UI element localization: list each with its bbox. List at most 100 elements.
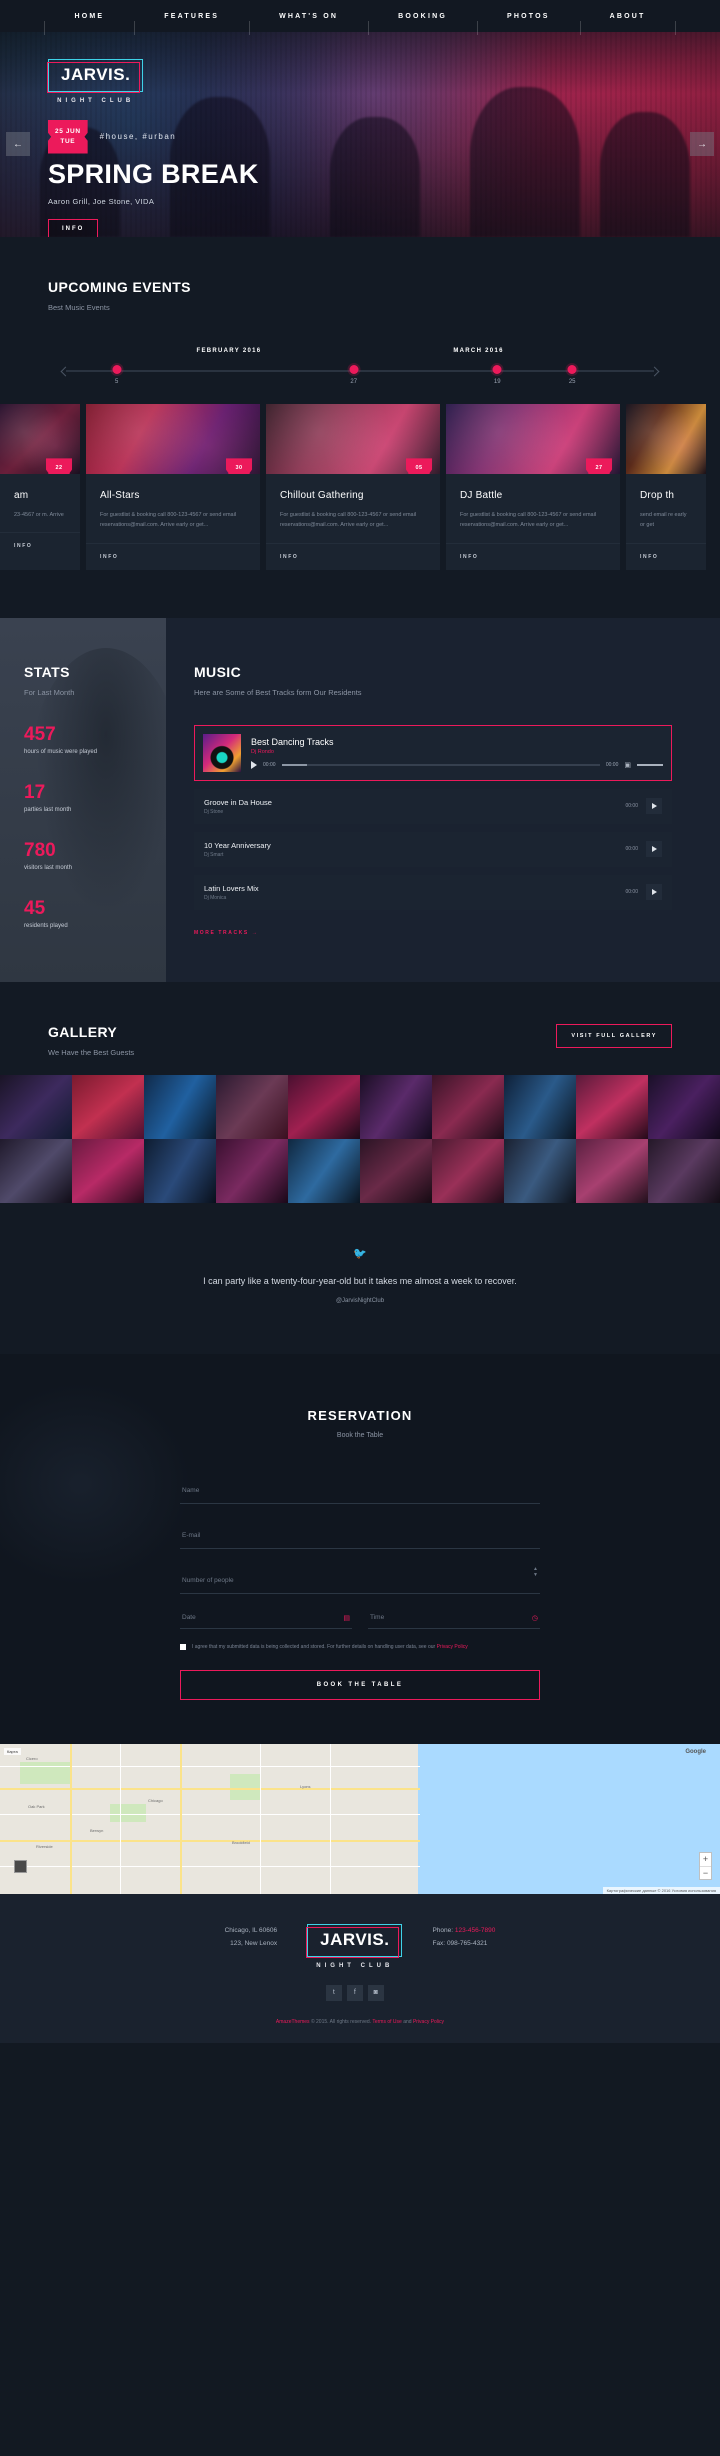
book-the-table-button[interactable]: BOOK THE TABLE xyxy=(180,1669,540,1700)
more-tracks-link[interactable]: MORE TRACKS → xyxy=(194,930,672,936)
facebook-icon[interactable]: f xyxy=(346,1984,363,2001)
nav-item-booking[interactable]: BOOKING xyxy=(368,13,477,35)
nav-item-photos[interactable]: PHOTOS xyxy=(477,13,580,35)
date-input[interactable] xyxy=(182,1614,344,1622)
gallery-image[interactable] xyxy=(72,1138,144,1203)
gallery-image[interactable] xyxy=(288,1074,360,1139)
email-input[interactable] xyxy=(182,1531,538,1539)
gallery-image[interactable] xyxy=(576,1074,648,1139)
event-title: am xyxy=(14,490,29,501)
map-road xyxy=(0,1839,420,1842)
clock-icon[interactable]: ◷ xyxy=(532,1614,538,1622)
calendar-icon[interactable]: ▤ xyxy=(343,1614,350,1622)
gallery-image[interactable] xyxy=(216,1074,288,1139)
quote-text: I can party like a twenty-four-year-old … xyxy=(203,1275,517,1286)
timeline-dot-3[interactable] xyxy=(492,365,502,374)
track-row[interactable]: Latin Lovers Mix Dj Monica 00:00 xyxy=(194,874,672,910)
map-marker[interactable] xyxy=(14,1859,27,1873)
map-zoom-controls[interactable]: + − xyxy=(699,1851,712,1880)
timeline-dot-2[interactable] xyxy=(349,365,359,374)
track-duration: 00:00 xyxy=(625,846,638,853)
nav-item-about[interactable]: ABOUT xyxy=(579,13,676,35)
event-cards-carousel[interactable]: 22 JAN am 23-4567 or m. Arrive INFO 30 J… xyxy=(0,404,720,570)
gallery-image[interactable] xyxy=(360,1138,432,1203)
phone-number[interactable]: 123-456-7890 xyxy=(455,1927,495,1934)
location-map[interactable]: Cicero Chicago Berwyn Oak Park Riverside… xyxy=(0,1743,720,1894)
gallery-image[interactable] xyxy=(0,1074,72,1139)
hero-tags: #house, #urban xyxy=(99,132,177,142)
track-play-button[interactable] xyxy=(646,841,662,858)
quote-handle[interactable]: @JarvisNightClub xyxy=(48,1298,672,1304)
track-play-button[interactable] xyxy=(646,884,662,901)
gallery-image[interactable] xyxy=(576,1138,648,1203)
time-input[interactable] xyxy=(370,1614,532,1622)
nav-item-features[interactable]: FEATURES xyxy=(134,13,249,35)
site-logo[interactable]: JARVIS. NIGHT CLUB xyxy=(46,59,144,104)
agreement-checkbox[interactable] xyxy=(180,1643,186,1650)
track-play-button[interactable] xyxy=(646,798,662,815)
event-card[interactable]: 30 JAN All-Stars For guestlist & booking… xyxy=(86,404,260,570)
gallery-image[interactable] xyxy=(648,1138,720,1203)
event-card[interactable]: Drop th send email re early or get INFO xyxy=(626,404,706,570)
progress-bar[interactable] xyxy=(281,763,600,766)
terms-of-use-link[interactable]: Terms of Use xyxy=(372,2019,401,2025)
gallery-image[interactable] xyxy=(432,1074,504,1139)
people-input[interactable] xyxy=(182,1576,538,1584)
event-card[interactable]: 05 FEB Chillout Gathering For guestlist … xyxy=(266,404,440,570)
hero-next-arrow[interactable]: → xyxy=(690,132,714,156)
name-input[interactable] xyxy=(182,1486,538,1494)
twitter-icon[interactable]: t xyxy=(325,1984,342,2001)
gallery-image[interactable] xyxy=(144,1074,216,1139)
event-info-button[interactable]: INFO xyxy=(640,554,692,560)
privacy-policy-footer-link[interactable]: Privacy Policy xyxy=(413,2019,444,2025)
gallery-image[interactable] xyxy=(144,1138,216,1203)
nav-item-home[interactable]: HOME xyxy=(44,13,134,35)
hero-prev-arrow[interactable]: ← xyxy=(6,132,30,156)
gallery-image[interactable] xyxy=(648,1074,720,1139)
instagram-icon[interactable]: ◙ xyxy=(367,1984,384,2001)
event-info-button[interactable]: INFO xyxy=(14,543,66,549)
events-timeline[interactable]: FEBRUARY 2016 MARCH 2016 5 27 19 25 xyxy=(48,348,672,394)
gallery-image[interactable] xyxy=(288,1138,360,1203)
gallery-image[interactable] xyxy=(72,1074,144,1139)
event-info-button[interactable]: INFO xyxy=(460,554,606,560)
zoom-out-button[interactable]: − xyxy=(700,1865,711,1879)
zoom-in-button[interactable]: + xyxy=(700,1853,711,1866)
events-title: UPCOMING EVENTS xyxy=(48,279,191,295)
event-description: For guestlist & booking call 800-123-456… xyxy=(460,512,597,529)
address-line-1: Chicago, IL 60606 xyxy=(224,1926,278,1934)
play-icon[interactable] xyxy=(251,760,257,769)
privacy-policy-link[interactable]: Privacy Policy xyxy=(437,1644,468,1650)
visit-full-gallery-button[interactable]: VISIT FULL GALLERY xyxy=(556,1023,672,1048)
hero-info-button[interactable]: INFO xyxy=(48,218,99,237)
nav-item-whats-on[interactable]: WHAT'S ON xyxy=(249,13,368,35)
event-image: 30 JAN xyxy=(86,404,260,474)
gallery-image[interactable] xyxy=(216,1138,288,1203)
volume-slider[interactable] xyxy=(637,763,663,766)
timeline-dot-1[interactable] xyxy=(112,365,122,374)
footer-logo[interactable]: JARVIS. NIGHT CLUB t f ◙ xyxy=(306,1923,403,2001)
timeline-dot-4[interactable] xyxy=(567,365,577,374)
gallery-image[interactable] xyxy=(504,1074,576,1139)
fax-label: Fax: xyxy=(432,1939,446,1947)
track-row[interactable]: 10 Year Anniversary Dj Smart 00:00 xyxy=(194,831,672,867)
event-info-button[interactable]: INFO xyxy=(100,554,246,560)
event-info-button[interactable]: INFO xyxy=(280,554,426,560)
event-date-badge: 30 JAN xyxy=(226,458,252,474)
footer-contact: Phone: 123-456-7890 Fax: 098-765-4321 xyxy=(432,1924,495,1950)
map-road xyxy=(0,1865,420,1867)
event-card[interactable]: 27 FEB DJ Battle For guestlist & booking… xyxy=(446,404,620,570)
amazethemes-link[interactable]: AmazeThemes xyxy=(276,2019,310,2025)
event-card[interactable]: 22 JAN am 23-4567 or m. Arrive INFO xyxy=(0,404,80,570)
map-road xyxy=(0,1787,420,1790)
event-footer: INFO xyxy=(0,532,80,559)
gallery-image[interactable] xyxy=(504,1138,576,1203)
gallery-image[interactable] xyxy=(360,1074,432,1139)
gallery-image[interactable] xyxy=(432,1138,504,1203)
featured-player[interactable]: Best Dancing Tracks Dj Rondo 00:00 00:00… xyxy=(194,724,672,781)
gallery-image[interactable] xyxy=(0,1138,72,1203)
track-row[interactable]: Groove in Da House Dj Stone 00:00 xyxy=(194,788,672,824)
event-body: Drop th send email re early or get xyxy=(626,474,706,543)
volume-icon[interactable]: ▣ xyxy=(624,761,631,769)
people-stepper[interactable]: ▲ ▼ xyxy=(533,1566,538,1578)
